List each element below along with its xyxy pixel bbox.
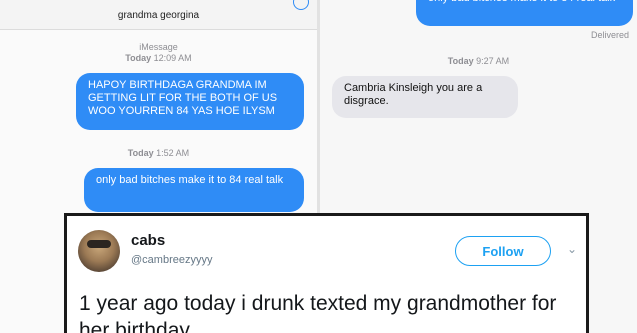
timestamp-2: Today 1:52 AM bbox=[0, 148, 317, 158]
timestamp-3-day: Today bbox=[447, 56, 474, 66]
timestamp-1-day: Today bbox=[125, 53, 152, 63]
tweet-card: cabs @cambreezyyyy Follow ⌄ 1 year ago t… bbox=[64, 213, 589, 333]
timestamp-1-time: 12:09 AM bbox=[153, 53, 192, 63]
timestamp-1: Today 12:09 AM bbox=[0, 53, 317, 63]
received-message[interactable]: Cambria Kinsleigh you are a disgrace. bbox=[332, 76, 518, 118]
contact-name[interactable]: grandma georgina bbox=[0, 10, 317, 21]
conversation-header: grandma georgina bbox=[0, 0, 317, 30]
chevron-down-icon[interactable]: ⌄ bbox=[567, 242, 577, 256]
sent-message-1[interactable]: HAPOY BIRTHDAGA GRANDMA IM GETTING LIT F… bbox=[76, 73, 304, 130]
tweet-text: 1 year ago today i drunk texted my grand… bbox=[79, 292, 557, 333]
timestamp-3: Today 9:27 AM bbox=[320, 56, 637, 66]
timestamp-2-time: 1:52 AM bbox=[156, 148, 190, 158]
tweet-handle[interactable]: @cambreezyyyy bbox=[131, 254, 212, 266]
timestamp-3-time: 9:27 AM bbox=[476, 56, 510, 66]
tweet-display-name[interactable]: cabs bbox=[131, 232, 165, 249]
timestamp-2-day: Today bbox=[127, 148, 154, 158]
delivered-label: Delivered bbox=[590, 30, 629, 40]
sent-message-2[interactable]: only bad bitches make it to 84 real talk bbox=[84, 168, 304, 212]
service-label: iMessage bbox=[139, 42, 178, 52]
info-icon[interactable] bbox=[293, 0, 309, 10]
follow-button[interactable]: Follow bbox=[455, 236, 551, 266]
avatar[interactable] bbox=[78, 230, 120, 272]
sent-message-top[interactable]: only bad bitches make it to 84 real talk bbox=[416, 0, 633, 26]
